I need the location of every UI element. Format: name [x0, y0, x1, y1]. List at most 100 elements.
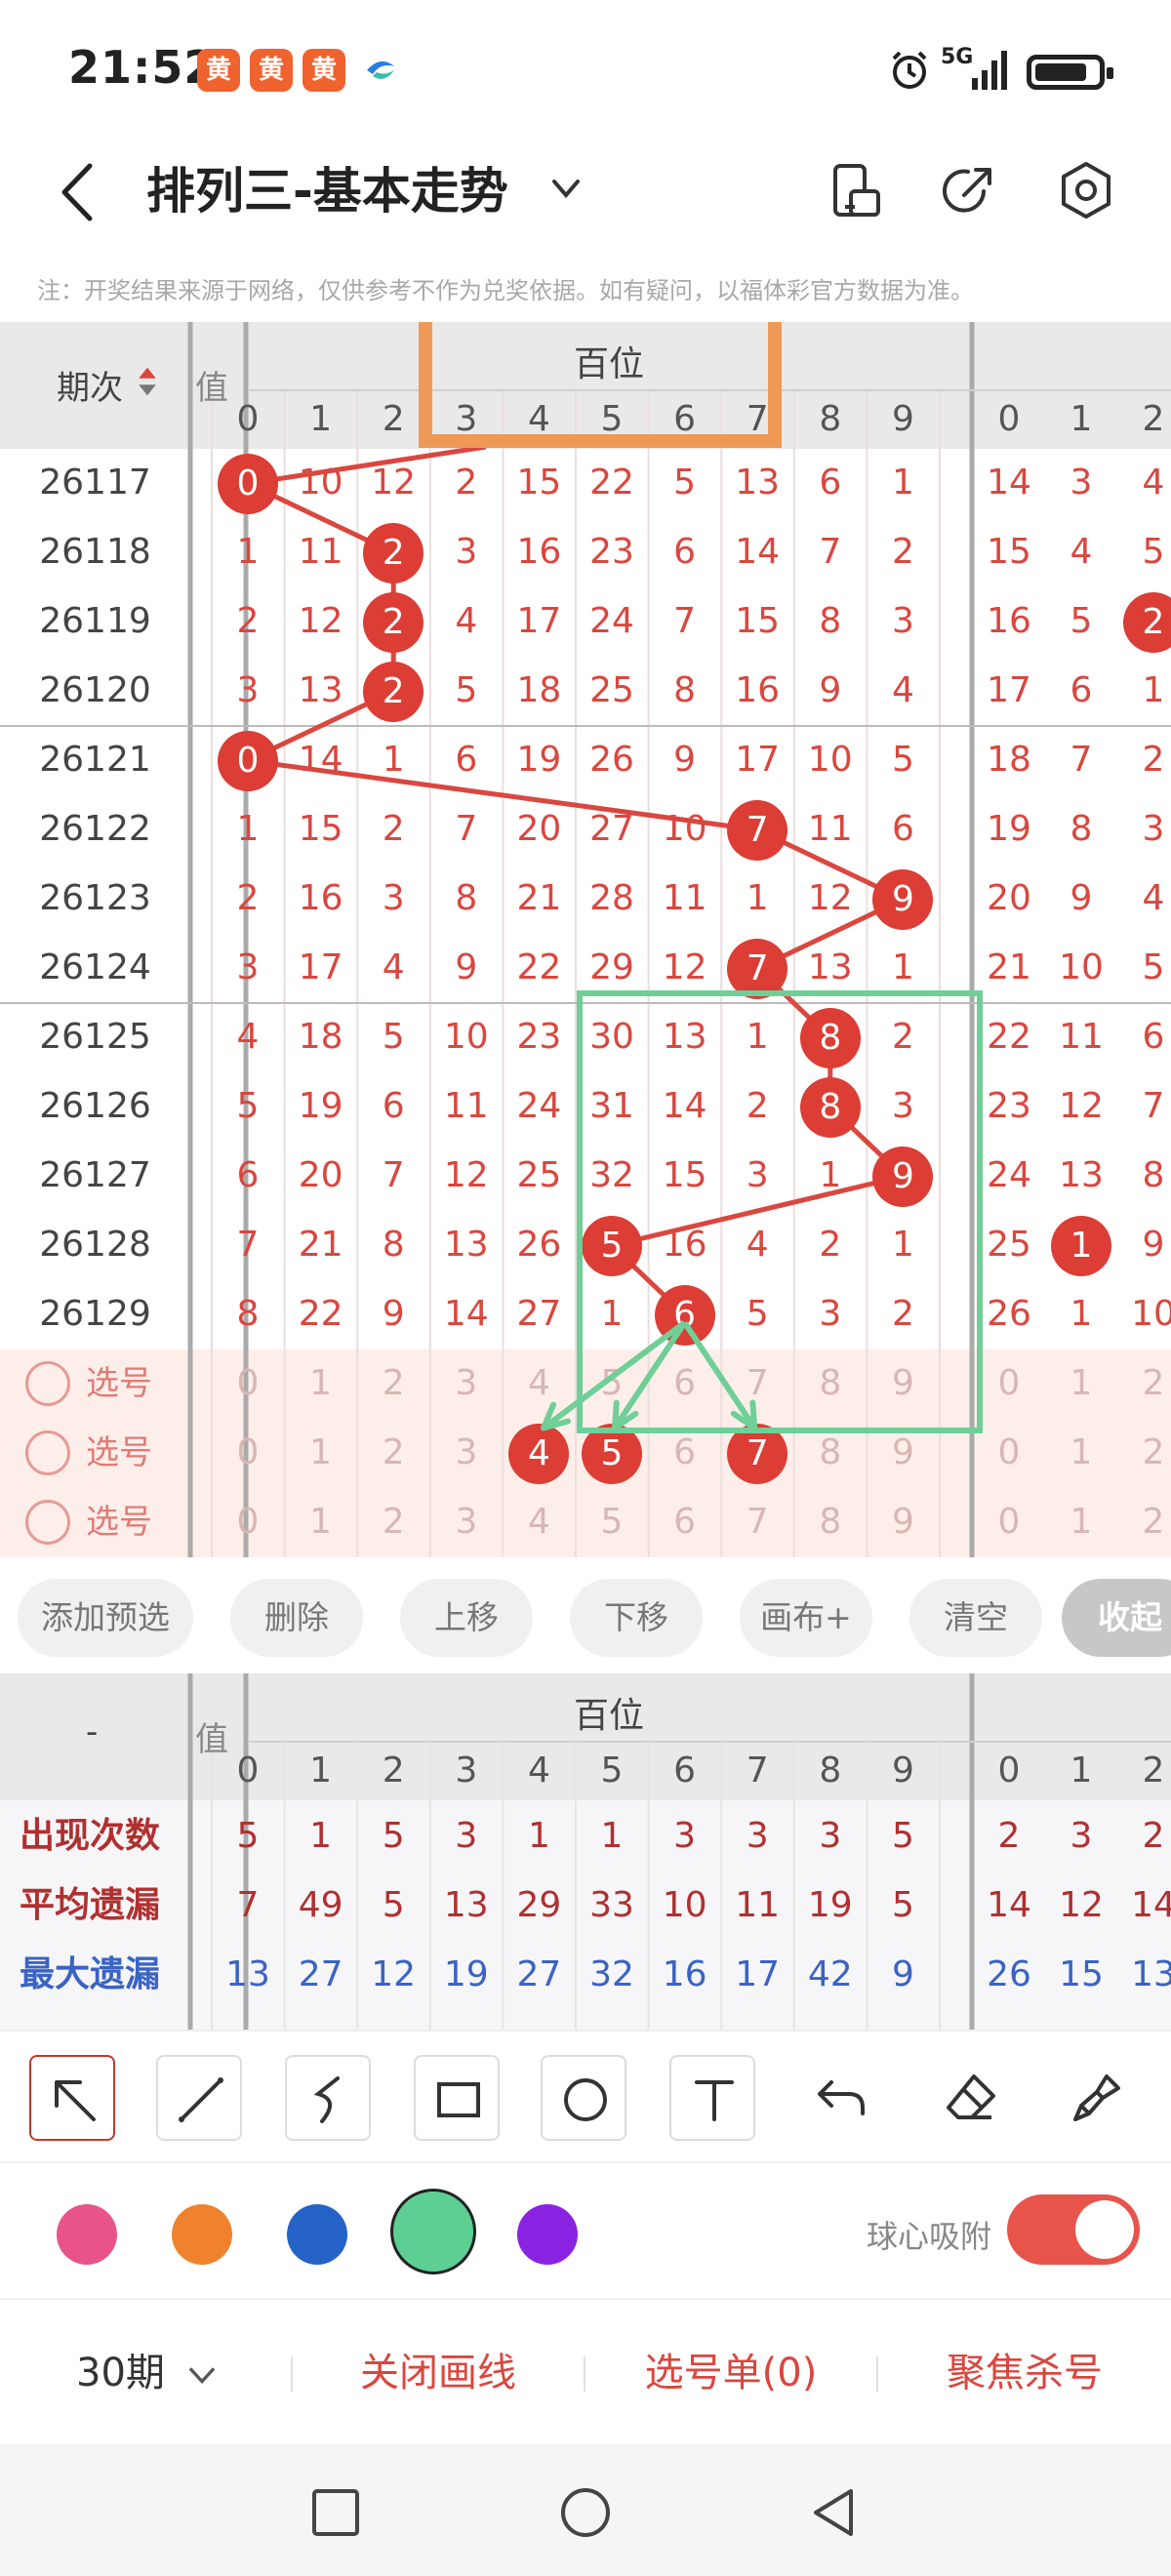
- back-arrow-icon[interactable]: [49, 158, 107, 226]
- stats-digit-header: 2: [382, 1751, 405, 1791]
- arrow-tool-button[interactable]: [29, 2055, 115, 2141]
- stats-dash: -: [86, 1712, 99, 1751]
- trend-table: 期次值百位 0 1 2 3 4 5 6 7 8 9 0 1 2 26117 0 10 12 2 15 22 5 13 6 1 14…: [0, 322, 1171, 1561]
- bottom-bar: 30期 关闭画线 选号单(0) 聚焦杀号: [0, 2298, 1171, 2444]
- color-swatch-blue[interactable]: [287, 2204, 347, 2265]
- text-tool-button[interactable]: [669, 2055, 755, 2141]
- chevron-down-icon: [188, 2367, 215, 2385]
- alarm-icon: [892, 51, 927, 89]
- stat-cell-next: 26: [987, 1954, 1031, 1994]
- status-time: 21:52: [68, 41, 217, 94]
- stat-cell: 27: [298, 1954, 343, 1994]
- stats-digit-header: 4: [527, 1751, 550, 1791]
- stat-cell: 5: [891, 1885, 914, 1925]
- phone-rotate-icon[interactable]: [822, 156, 890, 224]
- stats-digit-header: 9: [891, 1751, 914, 1791]
- undo-button[interactable]: [798, 2055, 884, 2141]
- settings-icon[interactable]: [1052, 156, 1120, 224]
- stat-cell-next: 15: [1059, 1954, 1104, 1994]
- brush-icon: [1073, 2074, 1120, 2121]
- stat-cell: 13: [225, 1954, 270, 1994]
- network-type: 5G: [941, 45, 974, 69]
- delete-button[interactable]: 删除: [230, 1579, 363, 1657]
- curve-tool-button[interactable]: [285, 2055, 371, 2141]
- stats-digit-header: 8: [819, 1751, 842, 1791]
- brush-button[interactable]: [1054, 2055, 1140, 2141]
- stat-row-label: 最大遗漏: [20, 1954, 161, 1994]
- action-bar: 添加预选 删除 上移 下移 画布+ 清空 收起: [0, 1561, 1171, 1669]
- disclaimer-note: 注：开奖结果来源于网络，仅供参考不作为兑奖依据。如有疑问，以福体彩官方数据为准。: [37, 277, 974, 304]
- focus-kill-button[interactable]: 聚焦杀号: [878, 2300, 1171, 2446]
- collapse-button[interactable]: 收起: [1062, 1579, 1171, 1657]
- stat-cell: 1: [527, 1816, 550, 1856]
- move-up-button[interactable]: 上移: [400, 1579, 533, 1657]
- stat-row-label: 平均遗漏: [20, 1885, 161, 1925]
- drawing-overlay[interactable]: [0, 322, 1171, 1561]
- stat-cell-next: 2: [1142, 1816, 1165, 1856]
- color-swatch-green-selected[interactable]: [390, 2189, 476, 2274]
- stats-digit-header-next: 1: [1070, 1751, 1093, 1791]
- stat-row-label: 出现次数: [20, 1816, 161, 1856]
- arrow-icon: [55, 2080, 96, 2121]
- recent-apps-icon[interactable]: [308, 2485, 363, 2540]
- close-lines-button[interactable]: 关闭画线: [293, 2300, 584, 2446]
- stat-cell: 19: [807, 1885, 853, 1925]
- stat-cell: 3: [819, 1816, 842, 1856]
- stat-cell: 3: [455, 1816, 478, 1856]
- stat-cell: 3: [746, 1816, 769, 1856]
- line-tool-button[interactable]: [156, 2055, 242, 2141]
- app-notification-icon: 黄: [197, 49, 240, 92]
- status-bar: 21:52 黄 黄 黄 5G: [0, 0, 1171, 137]
- stats-digit-header: 7: [746, 1751, 769, 1791]
- rectangle-icon: [437, 2082, 480, 2117]
- eraser-icon: [947, 2074, 995, 2119]
- stat-cell: 17: [735, 1954, 781, 1994]
- clear-button[interactable]: 清空: [909, 1579, 1042, 1657]
- move-down-button[interactable]: 下移: [570, 1579, 703, 1657]
- color-swatch-purple[interactable]: [517, 2204, 578, 2265]
- rectangle-tool-button[interactable]: [414, 2055, 500, 2141]
- circle-tool-button[interactable]: [541, 2055, 626, 2141]
- green-rect-drawing: [577, 990, 983, 1433]
- home-icon[interactable]: [558, 2485, 613, 2540]
- stats-digit-header: 0: [236, 1751, 260, 1791]
- swirl-app-icon: [367, 60, 394, 79]
- chevron-down-icon[interactable]: [546, 174, 586, 203]
- stat-cell-next: 3: [1070, 1816, 1093, 1856]
- stat-cell: 5: [891, 1816, 914, 1856]
- stat-cell: 33: [589, 1885, 634, 1925]
- hit-ball-next[interactable]: 1: [1051, 1215, 1111, 1276]
- circle-icon: [564, 2078, 607, 2121]
- stats-digit-header: 6: [673, 1751, 697, 1791]
- color-swatch-orange[interactable]: [172, 2204, 232, 2265]
- stat-cell: 3: [673, 1816, 697, 1856]
- selection-list-button[interactable]: 选号单(0): [586, 2300, 876, 2446]
- undo-icon: [818, 2080, 865, 2115]
- color-picker: 球心吸附: [0, 2161, 1171, 2298]
- snap-to-center-label: 球心吸附: [867, 2218, 992, 2255]
- color-swatch-pink[interactable]: [57, 2204, 117, 2265]
- stats-digit-header-next: 2: [1142, 1751, 1165, 1791]
- canvas-plus-button[interactable]: 画布+: [740, 1579, 872, 1657]
- line-icon: [179, 2077, 223, 2122]
- stat-cell: 49: [298, 1885, 343, 1925]
- stat-cell: 32: [589, 1954, 634, 1994]
- stat-cell: 27: [516, 1954, 562, 1994]
- page-title: 排列三-基本走势: [146, 163, 508, 220]
- text-icon: [695, 2080, 734, 2121]
- share-icon[interactable]: [935, 156, 1003, 224]
- stat-cell: 42: [807, 1954, 853, 1994]
- add-preselect-button[interactable]: 添加预选: [18, 1579, 193, 1657]
- stats-digit-header: 1: [309, 1751, 333, 1791]
- stats-table: - 值百位 0 1 2 3 4 5 6 7 8 9 0 1 2 出现次数 5 1 5 3 1 1 3 3 3 5 2 3 2 平均遗漏 7 4…: [0, 1673, 1171, 2030]
- stat-cell: 29: [516, 1885, 562, 1925]
- stat-cell: 1: [600, 1816, 624, 1856]
- eraser-button[interactable]: [927, 2055, 1013, 2141]
- period-selector-label: 30期: [76, 2351, 165, 2395]
- back-icon[interactable]: [806, 2485, 861, 2540]
- period-selector[interactable]: 30期: [39, 2300, 234, 2446]
- stat-cell: 5: [382, 1816, 405, 1856]
- battery-icon: [1027, 55, 1113, 90]
- stat-cell: 5: [236, 1816, 260, 1856]
- snap-toggle[interactable]: [1007, 2194, 1140, 2265]
